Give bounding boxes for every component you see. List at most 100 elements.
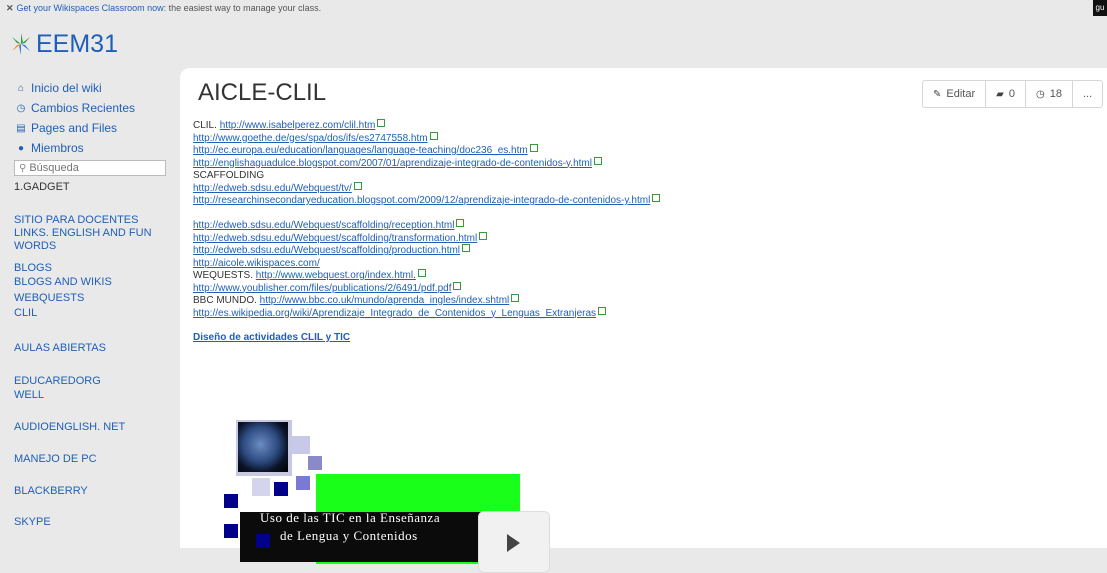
sidebar-link-manejo-pc[interactable]: MANEJO DE PC bbox=[14, 453, 97, 465]
external-link-icon bbox=[353, 181, 362, 190]
clock-icon: ◷ bbox=[1035, 88, 1045, 100]
close-icon[interactable]: ✕ bbox=[6, 3, 14, 13]
site-logo[interactable]: EEM31 bbox=[8, 28, 118, 60]
search-icon: ⚲ bbox=[19, 162, 27, 174]
play-button[interactable] bbox=[478, 511, 550, 573]
line-label: WEQUESTS. bbox=[193, 270, 256, 281]
external-link[interactable]: http://researchinsecondaryeducation.blog… bbox=[193, 195, 650, 206]
sidebar-link-skype[interactable]: SKYPE bbox=[14, 516, 51, 528]
promo-text: the easiest way to manage your class. bbox=[166, 3, 322, 13]
sidebar-link-sitio-docentes[interactable]: SITIO PARA DOCENTES bbox=[14, 214, 139, 226]
main-panel: AICLE-CLIL ✎ Editar ▰ 0 ◷ 18 ... CLIL. h… bbox=[180, 68, 1107, 573]
sidebar-link-clil[interactable]: CLIL bbox=[14, 307, 37, 319]
user-menu-corner[interactable]: gu bbox=[1093, 0, 1107, 16]
line-label: SCAFFOLDING bbox=[193, 170, 265, 181]
history-button[interactable]: ◷ 18 bbox=[1026, 81, 1073, 107]
external-link[interactable]: http://www.bbc.co.uk/mundo/aprenda_ingle… bbox=[260, 295, 510, 306]
edit-label: Editar bbox=[946, 88, 976, 100]
content-line: CLIL. http://www.isabelperez.com/clil.ht… bbox=[193, 119, 660, 133]
more-button[interactable]: ... bbox=[1073, 81, 1102, 107]
page-toolbar: ✎ Editar ▰ 0 ◷ 18 ... bbox=[922, 80, 1104, 108]
nav-recent-changes-label: Cambios Recientes bbox=[31, 101, 136, 115]
external-link[interactable]: http://edweb.sdsu.edu/Webquest/scaffoldi… bbox=[193, 220, 454, 231]
video-caption-line1: Uso de las TIC en la Enseñanza bbox=[260, 510, 441, 525]
video-decor bbox=[252, 478, 270, 496]
comment-icon: ▰ bbox=[996, 88, 1004, 100]
sidebar-link-blackberry[interactable]: BLACKBERRY bbox=[14, 485, 88, 497]
sidebar: ⌂ Inicio del wiki ◷ Cambios Recientes ▤ … bbox=[0, 78, 178, 176]
nav-home[interactable]: ⌂ Inicio del wiki bbox=[0, 78, 178, 98]
external-link[interactable]: http://www.youblisher.com/files/publicat… bbox=[193, 283, 451, 294]
wikispaces-logo-icon bbox=[12, 33, 30, 55]
external-link-icon bbox=[479, 231, 488, 240]
content-line: http://edweb.sdsu.edu/Webquest/scaffoldi… bbox=[193, 244, 660, 258]
external-link-icon bbox=[511, 294, 520, 302]
sidebar-link-blogs[interactable]: BLOGS bbox=[14, 262, 52, 274]
external-link-icon bbox=[453, 281, 462, 290]
sidebar-link-english-fun[interactable]: LINKS. ENGLISH AND FUN bbox=[14, 227, 152, 239]
nav-members[interactable]: ● Miembros bbox=[0, 138, 178, 158]
internal-link[interactable]: http://aicole.wikispaces.com/ bbox=[193, 258, 320, 269]
external-link[interactable]: http://www.isabelperez.com/clil.htm bbox=[220, 120, 376, 131]
clock-icon: ◷ bbox=[16, 102, 26, 114]
nav-members-label: Miembros bbox=[31, 141, 84, 155]
video-decor bbox=[256, 534, 270, 548]
external-link[interactable]: http://es.wikipedia.org/wiki/Aprendizaje… bbox=[193, 308, 596, 319]
video-decor bbox=[224, 524, 238, 538]
video-decor bbox=[308, 456, 322, 470]
content-line: BBC MUNDO. http://www.bbc.co.uk/mundo/ap… bbox=[193, 294, 660, 308]
external-link-icon bbox=[417, 269, 426, 277]
video-decor bbox=[224, 494, 238, 508]
external-link[interactable]: http://edweb.sdsu.edu/Webquest/scaffoldi… bbox=[193, 233, 477, 244]
history-count: 18 bbox=[1049, 88, 1062, 100]
content-line: http://edweb.sdsu.edu/Webquest/scaffoldi… bbox=[193, 231, 660, 246]
external-link-icon bbox=[593, 156, 602, 165]
promo-link[interactable]: Get your Wikispaces Classroom now: bbox=[17, 3, 167, 13]
gadget-label: 1.GADGET bbox=[14, 181, 70, 193]
external-link-icon bbox=[529, 144, 538, 152]
embedded-video[interactable]: Uso de las TIC en la Enseñanza de Lengua… bbox=[220, 416, 550, 573]
external-link[interactable]: http://englishaguadulce.blogspot.com/200… bbox=[193, 158, 592, 169]
content-line: http://es.wikipedia.org/wiki/Aprendizaje… bbox=[193, 306, 660, 321]
external-link[interactable]: http://edweb.sdsu.edu/Webquest/scaffoldi… bbox=[193, 245, 460, 256]
video-caption-line2: de Lengua y Contenidos bbox=[280, 528, 418, 543]
content-line: SCAFFOLDING bbox=[193, 170, 660, 183]
comments-count: 0 bbox=[1008, 88, 1015, 100]
sidebar-link-well[interactable]: WELL bbox=[14, 389, 44, 401]
search-box[interactable]: ⚲ bbox=[14, 160, 166, 176]
content-line: http://www.youblisher.com/files/publicat… bbox=[193, 281, 660, 296]
comments-button[interactable]: ▰ 0 bbox=[986, 81, 1026, 107]
content-line: http://aicole.wikispaces.com/ bbox=[193, 258, 660, 271]
content-line: http://edweb.sdsu.edu/Webquest/scaffoldi… bbox=[193, 219, 660, 233]
content-line: http://www.goethe.de/ges/spa/dos/ifs/es2… bbox=[193, 131, 660, 146]
external-link[interactable]: http://ec.europa.eu/education/languages/… bbox=[193, 145, 528, 156]
nav-pages-files[interactable]: ▤ Pages and Files bbox=[0, 118, 178, 138]
external-link-icon bbox=[429, 131, 438, 140]
external-link-icon bbox=[462, 244, 471, 252]
design-activities-link[interactable]: Diseño de actividades CLIL y TIC bbox=[193, 332, 350, 343]
nav-recent-changes[interactable]: ◷ Cambios Recientes bbox=[0, 98, 178, 118]
sidebar-link-audioenglish[interactable]: AUDIOENGLISH. NET bbox=[14, 421, 125, 433]
page-title: AICLE-CLIL bbox=[198, 79, 327, 106]
search-input[interactable] bbox=[29, 162, 150, 174]
page-icon: ▤ bbox=[16, 122, 26, 134]
edit-button[interactable]: ✎ Editar bbox=[923, 81, 987, 107]
nav-pages-files-label: Pages and Files bbox=[31, 121, 118, 135]
sidebar-link-webquests[interactable]: WEBQUESTS bbox=[14, 292, 84, 304]
sidebar-link-educaredorg[interactable]: EDUCAREDORG bbox=[14, 375, 101, 387]
page-content: CLIL. http://www.isabelperez.com/clil.ht… bbox=[193, 119, 661, 345]
external-link[interactable]: http://www.webquest.org/index.html. bbox=[256, 270, 416, 281]
content-line: http://edweb.sdsu.edu/Webquest/tv/ bbox=[193, 181, 660, 196]
external-link[interactable]: http://www.goethe.de/ges/spa/dos/ifs/es2… bbox=[193, 133, 428, 144]
external-link[interactable]: http://edweb.sdsu.edu/Webquest/tv/ bbox=[193, 183, 352, 194]
external-link-icon bbox=[598, 306, 607, 315]
sidebar-link-aulas-abiertas[interactable]: AULAS ABIERTAS bbox=[14, 342, 106, 354]
content-line: http://ec.europa.eu/education/languages/… bbox=[193, 144, 660, 158]
external-link-icon bbox=[377, 119, 386, 127]
earth-image bbox=[238, 422, 288, 472]
sidebar-link-words[interactable]: WORDS bbox=[14, 240, 56, 252]
external-link-icon bbox=[456, 219, 465, 227]
sidebar-link-blogs-wikis[interactable]: BLOGS AND WIKIS bbox=[14, 276, 112, 288]
